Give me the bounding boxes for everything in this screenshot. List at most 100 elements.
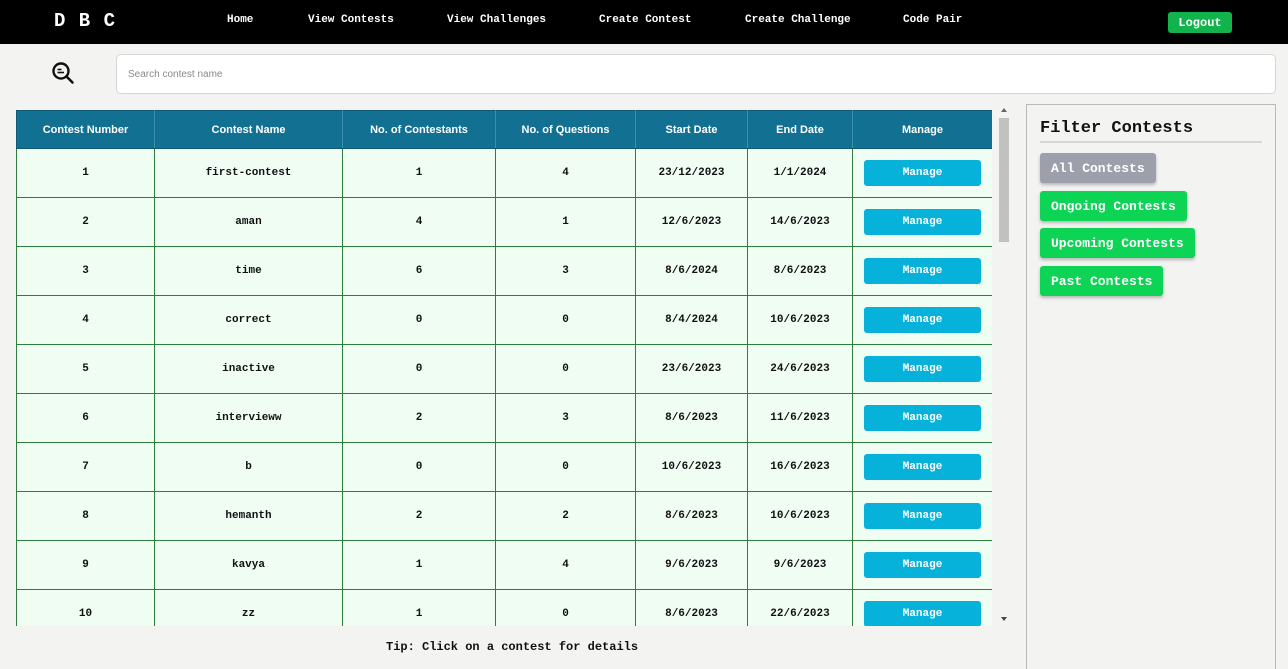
manage-button[interactable]: Manage: [864, 356, 981, 382]
manage-button[interactable]: Manage: [864, 552, 981, 578]
contests-table-container: Contest Number Contest Name No. of Conte…: [16, 110, 992, 626]
cell-questions: 4: [495, 540, 636, 590]
manage-button[interactable]: Manage: [864, 503, 981, 529]
cell-contestants: 2: [342, 393, 496, 443]
scroll-down-arrow-icon[interactable]: [1001, 617, 1007, 621]
scroll-thumb[interactable]: [999, 118, 1009, 242]
cell-end-date: 24/6/2023: [747, 344, 853, 394]
cell-contest-number: 8: [16, 491, 155, 541]
cell-manage: Manage: [852, 197, 992, 247]
cell-end-date: 16/6/2023: [747, 442, 853, 492]
cell-contest-number: 6: [16, 393, 155, 443]
manage-button[interactable]: Manage: [864, 209, 981, 235]
manage-button[interactable]: Manage: [864, 601, 981, 626]
cell-start-date: 8/6/2023: [635, 393, 748, 443]
table-row[interactable]: 4 correct 0 0 8/4/2024 10/6/2023 Manage: [16, 295, 992, 345]
cell-end-date: 10/6/2023: [747, 295, 853, 345]
cell-contestants: 6: [342, 246, 496, 296]
cell-end-date: 8/6/2023: [747, 246, 853, 296]
cell-end-date: 22/6/2023: [747, 589, 853, 626]
cell-questions: 0: [495, 344, 636, 394]
cell-manage: Manage: [852, 344, 992, 394]
cell-contestants: 4: [342, 197, 496, 247]
navbar: D B C Home View Contests View Challenges…: [0, 0, 1288, 44]
col-header-questions[interactable]: No. of Questions: [495, 110, 636, 149]
cell-start-date: 8/6/2023: [635, 491, 748, 541]
search-input[interactable]: [116, 54, 1276, 94]
nav-view-contests[interactable]: View Contests: [308, 14, 394, 26]
manage-button[interactable]: Manage: [864, 160, 981, 186]
cell-questions: 1: [495, 197, 636, 247]
nav-view-challenges[interactable]: View Challenges: [447, 14, 546, 26]
manage-button[interactable]: Manage: [864, 454, 981, 480]
table-header-row: Contest Number Contest Name No. of Conte…: [16, 110, 992, 149]
table-row[interactable]: 1 first-contest 1 4 23/12/2023 1/1/2024 …: [16, 148, 992, 198]
filter-upcoming-contests-button[interactable]: Upcoming Contests: [1040, 228, 1195, 258]
col-header-contest-name[interactable]: Contest Name: [154, 110, 343, 149]
cell-questions: 0: [495, 295, 636, 345]
nav-create-contest[interactable]: Create Contest: [599, 14, 691, 26]
cell-contest-name: b: [154, 442, 343, 492]
cell-end-date: 10/6/2023: [747, 491, 853, 541]
filter-all-contests-button[interactable]: All Contests: [1040, 153, 1156, 183]
manage-button[interactable]: Manage: [864, 405, 981, 431]
cell-contest-number: 7: [16, 442, 155, 492]
cell-manage: Manage: [852, 393, 992, 443]
cell-contestants: 2: [342, 491, 496, 541]
manage-button[interactable]: Manage: [864, 258, 981, 284]
cell-contestants: 1: [342, 148, 496, 198]
cell-manage: Manage: [852, 491, 992, 541]
cell-questions: 3: [495, 393, 636, 443]
cell-start-date: 23/12/2023: [635, 148, 748, 198]
contests-table: Contest Number Contest Name No. of Conte…: [16, 110, 992, 626]
col-header-contestants[interactable]: No. of Contestants: [342, 110, 496, 149]
table-scrollbar[interactable]: [996, 104, 1013, 626]
logout-button[interactable]: Logout: [1168, 12, 1232, 33]
col-header-start-date[interactable]: Start Date: [635, 110, 748, 149]
col-header-end-date[interactable]: End Date: [747, 110, 853, 149]
cell-contest-name: zz: [154, 589, 343, 626]
cell-questions: 0: [495, 589, 636, 626]
table-row[interactable]: 3 time 6 3 8/6/2024 8/6/2023 Manage: [16, 246, 992, 296]
table-row[interactable]: 9 kavya 1 4 9/6/2023 9/6/2023 Manage: [16, 540, 992, 590]
filter-ongoing-contests-button[interactable]: Ongoing Contests: [1040, 191, 1187, 221]
filter-divider: [1040, 141, 1262, 143]
filter-panel: Filter Contests All Contests Ongoing Con…: [1026, 104, 1276, 669]
nav-home[interactable]: Home: [227, 14, 253, 26]
cell-contest-number: 10: [16, 589, 155, 626]
manage-button[interactable]: Manage: [864, 307, 981, 333]
cell-start-date: 8/4/2024: [635, 295, 748, 345]
scroll-up-arrow-icon[interactable]: [1001, 108, 1007, 112]
brand-logo[interactable]: D B C: [54, 10, 116, 32]
cell-contest-number: 9: [16, 540, 155, 590]
cell-start-date: 8/6/2023: [635, 589, 748, 626]
cell-end-date: 14/6/2023: [747, 197, 853, 247]
tip-text: Tip: Click on a contest for details: [386, 640, 639, 654]
table-row[interactable]: 5 inactive 0 0 23/6/2023 24/6/2023 Manag…: [16, 344, 992, 394]
cell-manage: Manage: [852, 540, 992, 590]
cell-contest-number: 2: [16, 197, 155, 247]
cell-contest-name: inactive: [154, 344, 343, 394]
cell-contest-name: intervieww: [154, 393, 343, 443]
cell-contest-number: 3: [16, 246, 155, 296]
table-row[interactable]: 7 b 0 0 10/6/2023 16/6/2023 Manage: [16, 442, 992, 492]
col-header-contest-number[interactable]: Contest Number: [16, 110, 155, 149]
cell-contest-name: hemanth: [154, 491, 343, 541]
filter-past-contests-button[interactable]: Past Contests: [1040, 266, 1164, 296]
col-header-manage: Manage: [852, 110, 992, 149]
search-icon[interactable]: [51, 61, 75, 85]
cell-manage: Manage: [852, 295, 992, 345]
table-row[interactable]: 10 zz 1 0 8/6/2023 22/6/2023 Manage: [16, 589, 992, 626]
table-row[interactable]: 8 hemanth 2 2 8/6/2023 10/6/2023 Manage: [16, 491, 992, 541]
cell-questions: 4: [495, 148, 636, 198]
nav-create-challenge[interactable]: Create Challenge: [745, 14, 851, 26]
cell-questions: 0: [495, 442, 636, 492]
nav-code-pair[interactable]: Code Pair: [903, 14, 962, 26]
cell-start-date: 8/6/2024: [635, 246, 748, 296]
cell-contestants: 1: [342, 540, 496, 590]
table-row[interactable]: 6 intervieww 2 3 8/6/2023 11/6/2023 Mana…: [16, 393, 992, 443]
cell-contestants: 0: [342, 295, 496, 345]
cell-contest-number: 5: [16, 344, 155, 394]
cell-end-date: 1/1/2024: [747, 148, 853, 198]
table-row[interactable]: 2 aman 4 1 12/6/2023 14/6/2023 Manage: [16, 197, 992, 247]
